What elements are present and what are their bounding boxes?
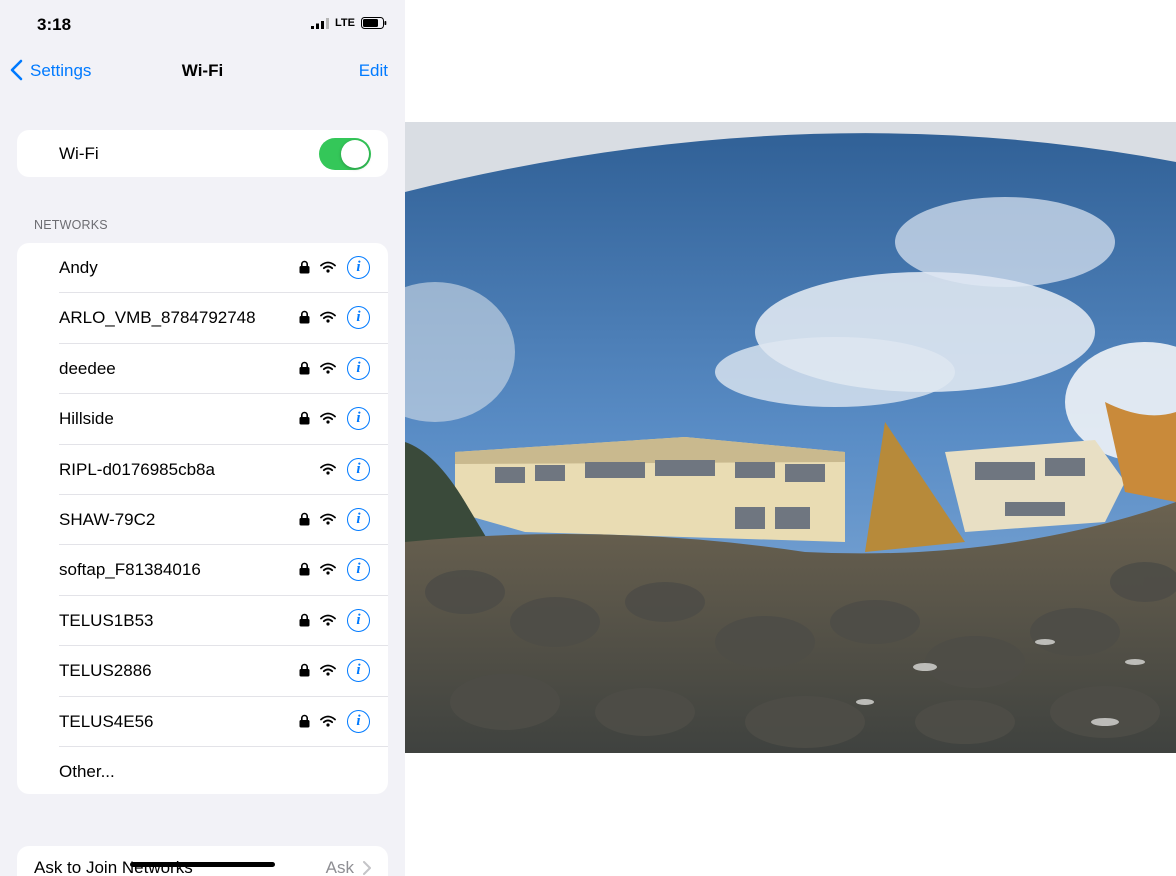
wifi-toggle[interactable] [319,138,371,170]
network-row[interactable]: Andy i [17,243,388,294]
wifi-signal-icon [320,715,336,727]
wifi-signal-icon [320,614,336,626]
back-label: Settings [30,61,92,80]
wifi-signal-icon [320,664,336,676]
battery-icon [361,17,387,29]
info-icon[interactable]: i [347,356,370,380]
wifi-settings-panel: 3:18 LTE Settings Wi-Fi Edit Wi-Fi NETWO… [0,0,405,876]
info-icon[interactable]: i [347,306,370,330]
chevron-right-icon [363,861,371,875]
lock-icon [299,361,310,375]
network-row[interactable]: ARLO_VMB_8784792748 i [17,293,388,344]
network-name: SHAW-79C2 [59,510,156,529]
lock-icon [299,714,310,728]
lock-icon [299,260,310,274]
toggle-knob [341,140,369,168]
info-icon[interactable]: i [347,508,370,531]
info-icon[interactable]: i [347,709,370,733]
wifi-signal-icon [320,563,336,575]
network-name: Andy [59,258,98,277]
network-name: RIPL-d0176985cb8a [59,459,215,479]
network-name: softap_F81384016 [59,560,201,580]
cellular-signal-icon [311,17,330,29]
info-icon[interactable]: i [347,558,370,582]
info-icon[interactable]: i [347,608,370,632]
wifi-signal-icon [320,463,336,475]
wifi-signal-icon [320,412,336,424]
chevron-left-icon [10,59,23,80]
network-type: LTE [335,17,355,29]
back-button[interactable]: Settings [10,58,91,81]
network-name: ARLO_VMB_8784792748 [59,308,256,328]
network-row[interactable]: RIPL-d0176985cb8a i [17,445,388,495]
status-time: 3:18 [37,15,72,34]
lock-icon [299,613,310,627]
ask-to-join-value: Ask [325,858,354,876]
info-icon[interactable]: i [347,407,370,431]
network-name: deedee [59,358,116,378]
wifi-signal-icon [320,261,336,273]
wifi-toggle-row: Wi-Fi [17,130,388,177]
network-row[interactable]: TELUS2886 i [17,646,388,697]
info-icon[interactable]: i [347,256,370,279]
network-row[interactable]: SHAW-79C2 i [17,495,388,546]
status-indicators: LTE [311,17,387,29]
home-indicator [130,862,275,867]
network-row[interactable]: Hillside i [17,394,388,445]
other-network-row[interactable]: Other... [17,750,388,794]
info-icon[interactable]: i [347,457,370,481]
network-name: Hillside [59,409,114,429]
network-row[interactable]: TELUS1B53 i [17,596,388,647]
networks-section-header: NETWORKS [34,218,108,232]
edit-button[interactable]: Edit [359,61,388,81]
lock-icon [299,563,310,576]
network-row[interactable]: TELUS4E56 i [17,697,388,747]
wifi-signal-icon [320,362,336,374]
wifi-signal-icon [320,311,336,323]
networks-list: Other... Andy i ARLO_VMB_8784792748 i deedee… [17,243,388,794]
info-icon[interactable]: i [347,659,370,683]
network-name: TELUS1B53 [59,610,154,630]
camera-preview-image [405,122,1176,753]
network-row[interactable]: deedee i [17,344,388,395]
ask-to-join-row[interactable]: Ask to Join Networks Ask [17,846,388,876]
lock-icon [299,512,310,526]
ask-to-join-label: Ask to Join Networks [34,858,193,876]
wifi-signal-icon [320,513,336,525]
lock-icon [299,663,310,677]
lock-icon [299,411,310,425]
other-network-label: Other... [59,762,115,781]
hillside-houses-photo [405,122,1176,753]
network-name: TELUS2886 [59,661,152,681]
network-row[interactable]: softap_F81384016 i [17,545,388,596]
wifi-label: Wi-Fi [59,144,99,163]
row-separator [59,745,388,747]
network-name: TELUS4E56 [59,711,154,731]
lock-icon [299,311,310,324]
navigation-bar: Settings Wi-Fi Edit [0,58,405,86]
